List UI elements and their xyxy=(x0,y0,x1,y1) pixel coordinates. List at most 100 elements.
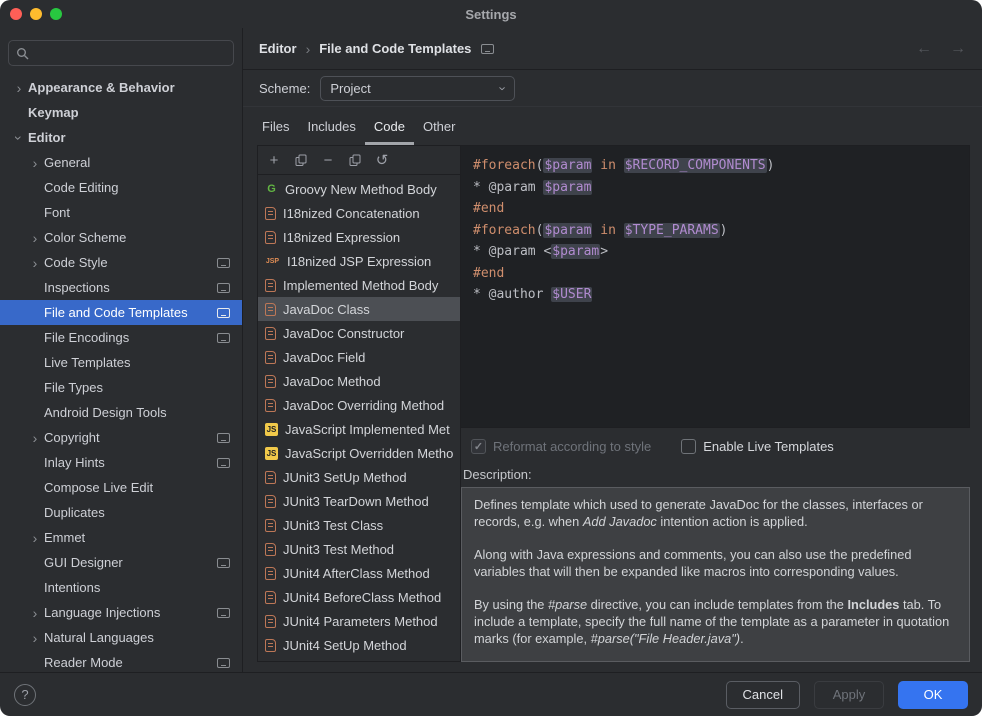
sidebar-item-copyright[interactable]: ›Copyright xyxy=(0,425,242,450)
sidebar-item-duplicates[interactable]: Duplicates xyxy=(0,500,242,525)
template-item-junit3-setup-method[interactable]: JUnit3 SetUp Method xyxy=(258,465,460,489)
template-item-javadoc-field[interactable]: JavaDoc Field xyxy=(258,345,460,369)
sidebar-item-inlay-hints[interactable]: Inlay Hints xyxy=(0,450,242,475)
sidebar-item-file-types[interactable]: File Types xyxy=(0,375,242,400)
template-item-javadoc-class[interactable]: JavaDoc Class xyxy=(258,297,460,321)
checkbox-label: Reformat according to style xyxy=(493,439,651,454)
sidebar-item-code-style[interactable]: ›Code Style xyxy=(0,250,242,275)
template-item-label: JUnit3 TearDown Method xyxy=(283,494,429,509)
chevron-right-icon[interactable]: › xyxy=(26,431,44,445)
scheme-value: Project xyxy=(330,81,370,96)
tab-files[interactable]: Files xyxy=(253,110,298,145)
template-editor[interactable]: #foreach($param in $RECORD_COMPONENTS) *… xyxy=(461,145,970,428)
footer: ? Cancel Apply OK xyxy=(0,672,982,716)
sidebar-item-live-templates[interactable]: Live Templates xyxy=(0,350,242,375)
ok-button[interactable]: OK xyxy=(898,681,968,709)
description-paragraph: Along with Java expressions and comments… xyxy=(474,546,957,580)
revert-icon[interactable]: ↺ xyxy=(375,153,389,167)
tab-other[interactable]: Other xyxy=(414,110,465,145)
template-item-i18nized-expression[interactable]: I18nized Expression xyxy=(258,225,460,249)
code-line: * @param $param xyxy=(473,177,957,199)
chevron-right-icon[interactable]: › xyxy=(10,81,28,95)
sidebar-item-editor[interactable]: ›Editor xyxy=(0,125,242,150)
template-item-label: JavaDoc Field xyxy=(283,350,365,365)
sidebar-item-language-injections[interactable]: ›Language Injections xyxy=(0,600,242,625)
sidebar-item-file-and-code-templates[interactable]: File and Code Templates xyxy=(0,300,242,325)
remove-icon[interactable]: − xyxy=(321,153,335,167)
sidebar-item-android-design-tools[interactable]: Android Design Tools xyxy=(0,400,242,425)
template-item-javadoc-method[interactable]: JavaDoc Method xyxy=(258,369,460,393)
forward-button[interactable]: → xyxy=(950,40,966,58)
settings-window: Settings ›Appearance & BehaviorKeymap›Ed… xyxy=(0,0,982,716)
sidebar-item-emmet[interactable]: ›Emmet xyxy=(0,525,242,550)
tab-code[interactable]: Code xyxy=(365,110,414,145)
chevron-right-icon[interactable]: › xyxy=(26,631,44,645)
scheme-select[interactable]: Project › xyxy=(320,76,515,101)
template-item-junit4-setup-method[interactable]: JUnit4 SetUp Method xyxy=(258,633,460,657)
settings-search-box[interactable] xyxy=(8,40,234,66)
breadcrumb-item-file-and-code-templates[interactable]: File and Code Templates xyxy=(319,41,471,56)
sidebar-item-general[interactable]: ›General xyxy=(0,150,242,175)
enable-live-templates-checkbox[interactable]: ✓ Enable Live Templates xyxy=(681,439,834,454)
footer-buttons: Cancel Apply OK xyxy=(726,681,968,709)
sidebar-item-code-editing[interactable]: Code Editing xyxy=(0,175,242,200)
template-item-i18nized-concatenation[interactable]: I18nized Concatenation xyxy=(258,201,460,225)
breadcrumb-item-editor[interactable]: Editor xyxy=(259,41,297,56)
copy-icon[interactable] xyxy=(294,153,308,167)
template-item-javadoc-constructor[interactable]: JavaDoc Constructor xyxy=(258,321,460,345)
sidebar-item-appearance-behavior[interactable]: ›Appearance & Behavior xyxy=(0,75,242,100)
code-token: #foreach xyxy=(473,223,536,238)
sidebar-item-file-encodings[interactable]: File Encodings xyxy=(0,325,242,350)
description-panel[interactable]: Defines template which used to generate … xyxy=(461,487,970,662)
chevron-right-icon[interactable]: › xyxy=(26,156,44,170)
code-token: $param xyxy=(543,223,592,238)
template-item-junit3-test-method[interactable]: JUnit3 Test Method xyxy=(258,537,460,561)
template-item-label: JUnit4 Parameters Method xyxy=(283,614,438,629)
chevron-right-icon[interactable]: › xyxy=(26,256,44,270)
chevron-right-icon[interactable]: › xyxy=(26,531,44,545)
template-item-implemented-method-body[interactable]: Implemented Method Body xyxy=(258,273,460,297)
template-item-groovy-new-method-body[interactable]: GGroovy New Method Body xyxy=(258,177,460,201)
sidebar-item-label: Duplicates xyxy=(44,505,105,520)
back-button[interactable]: ← xyxy=(916,40,932,58)
duplicate-icon[interactable] xyxy=(348,153,362,167)
template-item-junit4-parameters-method[interactable]: JUnit4 Parameters Method xyxy=(258,609,460,633)
sidebar-item-inspections[interactable]: Inspections xyxy=(0,275,242,300)
template-item-i18nized-jsp-expression[interactable]: JSPI18nized JSP Expression xyxy=(258,249,460,273)
sidebar: ›Appearance & BehaviorKeymap›Editor›Gene… xyxy=(0,28,243,672)
sidebar-item-keymap[interactable]: Keymap xyxy=(0,100,242,125)
sidebar-item-reader-mode[interactable]: Reader Mode xyxy=(0,650,242,672)
template-file-icon xyxy=(265,543,276,556)
help-button[interactable]: ? xyxy=(14,684,36,706)
template-item-junit4-beforeclass-method[interactable]: JUnit4 BeforeClass Method xyxy=(258,585,460,609)
sidebar-item-font[interactable]: Font xyxy=(0,200,242,225)
chevron-right-icon[interactable]: › xyxy=(26,231,44,245)
template-item-javadoc-overriding-method[interactable]: JavaDoc Overriding Method xyxy=(258,393,460,417)
template-item-javascript-implemented-met[interactable]: JSJavaScript Implemented Met xyxy=(258,417,460,441)
template-file-icon xyxy=(265,327,276,340)
tab-includes[interactable]: Includes xyxy=(298,110,364,145)
search-input[interactable] xyxy=(34,45,226,62)
sidebar-item-natural-languages[interactable]: ›Natural Languages xyxy=(0,625,242,650)
add-icon[interactable]: + xyxy=(267,153,281,167)
template-item-javascript-overridden-metho[interactable]: JSJavaScript Overridden Metho xyxy=(258,441,460,465)
reformat-checkbox[interactable]: ✓ Reformat according to style xyxy=(471,439,651,454)
minimize-button[interactable] xyxy=(30,8,42,20)
template-item-junit3-test-class[interactable]: JUnit3 Test Class xyxy=(258,513,460,537)
close-button[interactable] xyxy=(10,8,22,20)
sidebar-item-intentions[interactable]: Intentions xyxy=(0,575,242,600)
template-item-junit4-afterclass-method[interactable]: JUnit4 AfterClass Method xyxy=(258,561,460,585)
apply-button[interactable]: Apply xyxy=(814,681,884,709)
sidebar-item-label: Android Design Tools xyxy=(44,405,167,420)
cancel-button[interactable]: Cancel xyxy=(726,681,800,709)
sidebar-item-color-scheme[interactable]: ›Color Scheme xyxy=(0,225,242,250)
sidebar-item-compose-live-edit[interactable]: Compose Live Edit xyxy=(0,475,242,500)
chevron-down-icon[interactable]: › xyxy=(12,129,26,147)
template-item-junit3-teardown-method[interactable]: JUnit3 TearDown Method xyxy=(258,489,460,513)
template-file-icon xyxy=(265,279,276,292)
content: + − ↺ GGroovy New Method BodyI18nized Conc… xyxy=(257,145,970,662)
code-line: #end xyxy=(473,263,957,285)
zoom-button[interactable] xyxy=(50,8,62,20)
chevron-right-icon[interactable]: › xyxy=(26,606,44,620)
sidebar-item-gui-designer[interactable]: GUI Designer xyxy=(0,550,242,575)
